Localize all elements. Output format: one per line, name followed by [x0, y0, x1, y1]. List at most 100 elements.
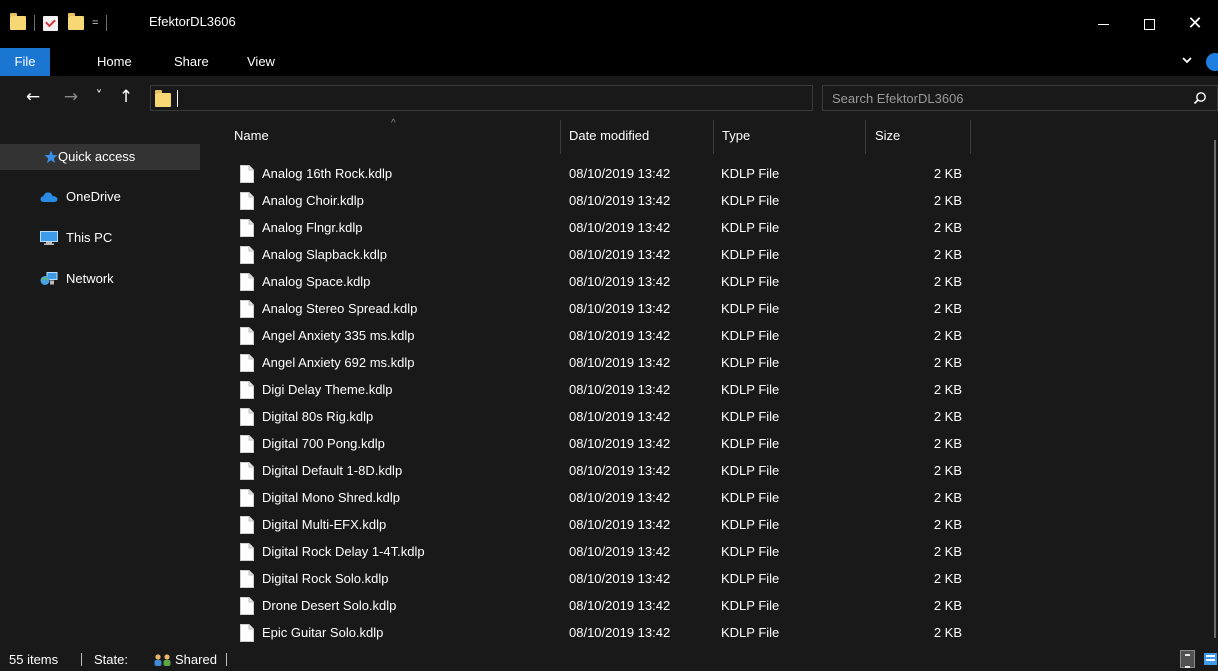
column-headers: ^ Name Date modified Type Size — [211, 118, 1211, 156]
file-name: Digital 700 Pong.kdlp — [262, 436, 385, 451]
table-row[interactable]: Digi Delay Theme.kdlp 08/10/2019 13:42 KDL… — [211, 377, 1211, 404]
state-label: State: — [94, 652, 128, 667]
forward-button[interactable]: → — [60, 86, 82, 108]
table-row[interactable]: Analog Stereo Spread.kdlp 08/10/2019 13:4… — [211, 296, 1211, 323]
minimize-button[interactable] — [1080, 0, 1126, 48]
table-row[interactable]: Digital Rock Solo.kdlp 08/10/2019 13:42 KD… — [211, 566, 1211, 593]
file-date-modified: 08/10/2019 13:42 — [569, 625, 671, 640]
file-name: Angel Anxiety 335 ms.kdlp — [262, 328, 415, 343]
table-row[interactable]: Digital Mono Shred.kdlp 08/10/2019 13:42 K… — [211, 485, 1211, 512]
table-row[interactable]: Epic Guitar Solo.kdlp 08/10/2019 13:42 KDL… — [211, 620, 1211, 647]
file-icon — [240, 219, 254, 237]
maximize-button[interactable] — [1126, 0, 1172, 48]
sidebar-item-onedrive[interactable]: OneDrive — [0, 184, 200, 210]
file-type: KDLP File — [721, 274, 780, 289]
table-row[interactable]: Analog Slapback.kdlp 08/10/2019 13:42 KDLP… — [211, 242, 1211, 269]
table-row[interactable]: Digital Rock Delay 1-4T.kdlp 08/10/2019 1… — [211, 539, 1211, 566]
expand-ribbon-icon[interactable] — [1182, 55, 1192, 65]
sidebar-item-quick-access[interactable]: Quick access — [0, 144, 200, 170]
file-icon — [240, 354, 254, 372]
tab-share[interactable]: Share — [174, 48, 209, 76]
file-type: KDLP File — [721, 409, 780, 424]
customize-toolbar-icon[interactable]: = — [92, 17, 98, 29]
tab-file[interactable]: File — [0, 48, 50, 76]
large-icons-view-button[interactable] — [1203, 651, 1218, 667]
close-button[interactable]: ✕ — [1172, 0, 1218, 48]
file-date-modified: 08/10/2019 13:42 — [569, 382, 671, 397]
file-name: Digital 80s Rig.kdlp — [262, 409, 374, 424]
window-title: EfektorDL3606 — [149, 14, 236, 29]
file-icon — [240, 435, 254, 453]
up-button[interactable]: ↑ — [116, 86, 136, 108]
table-row[interactable]: Analog Space.kdlp 08/10/2019 13:42 KDLP Fi… — [211, 269, 1211, 296]
file-date-modified: 08/10/2019 13:42 — [569, 544, 671, 559]
table-row[interactable]: Angel Anxiety 335 ms.kdlp 08/10/2019 13:4… — [211, 323, 1211, 350]
file-name: Analog 16th Rock.kdlp — [262, 166, 393, 181]
table-row[interactable]: Digital 700 Pong.kdlp 08/10/2019 13:42 KDL… — [211, 431, 1211, 458]
search-icon[interactable] — [1193, 91, 1207, 105]
details-view-button[interactable] — [1180, 650, 1195, 668]
table-row[interactable]: Digital Default 1-8D.kdlp 08/10/2019 13:4… — [211, 458, 1211, 485]
file-name: Analog Stereo Spread.kdlp — [262, 301, 418, 316]
minimize-icon — [1097, 23, 1109, 25]
file-size: 2 KB — [933, 598, 962, 613]
file-size: 2 KB — [933, 220, 962, 235]
new-folder-icon[interactable] — [68, 13, 84, 30]
sidebar-item-this-pc[interactable]: This PC — [0, 225, 200, 251]
column-header-size[interactable]: Size — [875, 128, 900, 143]
file-icon — [240, 327, 254, 345]
tab-home[interactable]: Home — [97, 48, 132, 76]
column-header-name[interactable]: Name — [234, 128, 269, 143]
column-divider[interactable] — [713, 120, 714, 154]
column-header-type[interactable]: Type — [722, 128, 750, 143]
table-row[interactable]: Drone Desert Solo.kdlp 08/10/2019 13:42 KD… — [211, 593, 1211, 620]
vertical-scrollbar[interactable] — [1210, 118, 1218, 648]
file-date-modified: 08/10/2019 13:42 — [569, 166, 671, 181]
column-divider[interactable] — [865, 120, 866, 154]
folder-icon[interactable] — [10, 13, 26, 30]
column-header-date[interactable]: Date modified — [569, 128, 649, 143]
back-button[interactable]: ← — [22, 86, 44, 108]
file-size: 2 KB — [933, 625, 962, 640]
search-input[interactable] — [823, 86, 1183, 110]
file-size: 2 KB — [933, 409, 962, 424]
file-list: ^ Name Date modified Type Size Analog 16… — [211, 118, 1218, 648]
column-divider[interactable] — [560, 120, 561, 154]
file-icon — [240, 300, 254, 318]
file-name: Analog Flngr.kdlp — [262, 220, 363, 235]
file-size: 2 KB — [933, 490, 962, 505]
file-date-modified: 08/10/2019 13:42 — [569, 598, 671, 613]
title-bar: = EfektorDL3606 ✕ — [0, 0, 1218, 48]
properties-icon[interactable] — [43, 15, 58, 31]
table-row[interactable]: Analog 16th Rock.kdlp 08/10/2019 13:42 KDL… — [211, 161, 1211, 188]
window-controls: ✕ — [1080, 0, 1218, 48]
help-icon[interactable] — [1206, 53, 1218, 71]
file-type: KDLP File — [721, 463, 780, 478]
file-icon — [240, 246, 254, 264]
table-row[interactable]: Analog Choir.kdlp 08/10/2019 13:42 KDLP Fi… — [211, 188, 1211, 215]
table-row[interactable]: Angel Anxiety 692 ms.kdlp 08/10/2019 13:4… — [211, 350, 1211, 377]
table-row[interactable]: Digital 80s Rig.kdlp 08/10/2019 13:42 KDLP… — [211, 404, 1211, 431]
search-box[interactable] — [822, 85, 1218, 111]
file-type: KDLP File — [721, 436, 780, 451]
file-name: Digital Default 1-8D.kdlp — [262, 463, 403, 478]
file-name: Digital Mono Shred.kdlp — [262, 490, 401, 505]
sidebar-item-network[interactable]: Network — [0, 266, 200, 292]
address-bar[interactable]: ⌵ → — [150, 85, 941, 111]
recent-locations-button[interactable]: ˅ — [91, 86, 107, 108]
file-name: Analog Choir.kdlp — [262, 193, 364, 208]
file-type: KDLP File — [721, 625, 780, 640]
file-date-modified: 08/10/2019 13:42 — [569, 517, 671, 532]
sidebar-item-label: OneDrive — [66, 189, 121, 204]
column-divider[interactable] — [970, 120, 971, 154]
scrollbar-thumb[interactable] — [1214, 140, 1216, 638]
network-icon — [40, 272, 58, 285]
file-size: 2 KB — [933, 355, 962, 370]
file-type: KDLP File — [721, 517, 780, 532]
table-row[interactable]: Analog Flngr.kdlp 08/10/2019 13:42 KDLP Fi… — [211, 215, 1211, 242]
sidebar-item-label: Network — [66, 271, 114, 286]
file-name: Analog Slapback.kdlp — [262, 247, 388, 262]
table-row[interactable]: Digital Multi-EFX.kdlp 08/10/2019 13:42 KD… — [211, 512, 1211, 539]
tab-view[interactable]: View — [247, 48, 275, 76]
close-icon: ✕ — [1187, 13, 1203, 34]
